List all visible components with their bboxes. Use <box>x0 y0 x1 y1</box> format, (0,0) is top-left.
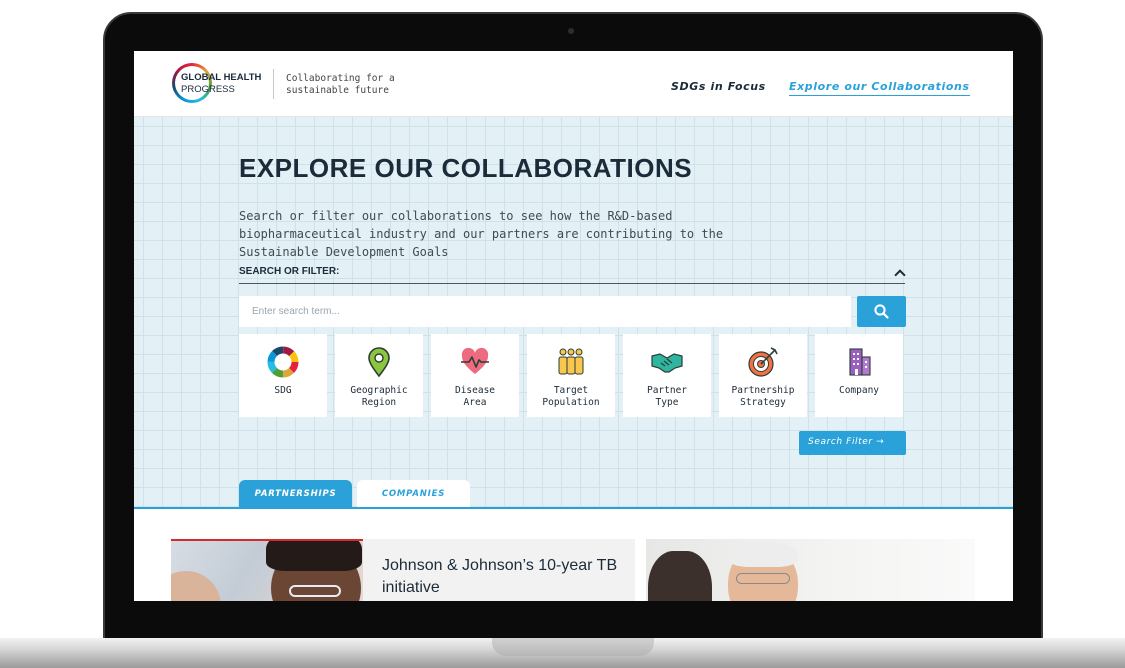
logo-text-line1: GLOBAL HEALTH <box>181 72 262 83</box>
filter-tile-label: Partner Type <box>646 385 688 408</box>
search-button[interactable] <box>857 296 906 327</box>
map-pin-icon <box>368 347 390 378</box>
filter-tile-sdg[interactable]: SDG <box>239 334 327 417</box>
photo-detail <box>728 541 798 567</box>
photo-person <box>648 551 712 601</box>
search-filter-button[interactable]: Search Filter → <box>799 431 906 455</box>
filter-divider <box>239 283 905 284</box>
nav-explore-collaborations[interactable]: Explore our Collaborations <box>789 80 970 96</box>
photo-detail <box>266 541 362 571</box>
filter-tile-label: SDG <box>274 385 292 396</box>
laptop-base-notch <box>492 638 654 656</box>
tab-partnerships[interactable]: Partnerships <box>239 480 352 508</box>
filter-tile-company[interactable]: Company <box>815 334 903 417</box>
page-description: Search or filter our collaborations to s… <box>239 209 724 259</box>
sdg-wheel-icon <box>267 346 299 378</box>
site-tagline: Collaborating for a sustainable future <box>286 73 395 96</box>
logo-text-line2: PROGRESS <box>181 84 235 95</box>
filter-tile-label: Disease Area <box>454 385 496 408</box>
card-title: Johnson & Johnson’s 10-year TB initiativ… <box>382 557 618 596</box>
filter-tile-label: Target Population <box>542 385 600 408</box>
heartbeat-icon <box>461 347 489 374</box>
page-title: EXPLORE OUR COLLABORATIONS <box>239 153 693 183</box>
filter-tile-label: Partnership Strategy <box>731 385 795 408</box>
laptop-screen: GLOBAL HEALTH PROGRESS Collaborating for… <box>134 51 1013 601</box>
filter-tile-target-population[interactable]: Target Population <box>527 334 615 417</box>
partnership-card[interactable] <box>646 539 975 601</box>
building-icon <box>849 348 871 376</box>
filter-tile-label: Geographic Region <box>350 385 408 408</box>
photo-person <box>171 571 221 601</box>
photo-detail <box>289 585 341 597</box>
search-filter-label: SEARCH OR FILTER: <box>239 266 340 277</box>
logo-divider <box>273 69 274 99</box>
target-icon <box>748 347 778 377</box>
search-input[interactable] <box>239 296 851 327</box>
photo-detail <box>736 573 790 584</box>
filter-tile-disease-area[interactable]: Disease Area <box>431 334 519 417</box>
search-icon <box>874 304 889 319</box>
filter-tile-partner-type[interactable]: Partner Type <box>623 334 711 417</box>
tab-companies[interactable]: Companies <box>357 480 470 508</box>
site-header: GLOBAL HEALTH PROGRESS Collaborating for… <box>134 51 1013 117</box>
handshake-icon <box>651 353 683 373</box>
global-health-progress-logo[interactable]: GLOBAL HEALTH PROGRESS <box>172 63 270 103</box>
card-photo <box>171 539 363 601</box>
people-group-icon <box>558 348 584 375</box>
filter-tile-partnership-strategy[interactable]: Partnership Strategy <box>719 334 807 417</box>
nav-sdgs-in-focus[interactable]: SDGs in Focus <box>671 80 766 93</box>
filter-tile-label: Company <box>838 385 880 396</box>
tabs-divider <box>134 507 1013 509</box>
camera-icon <box>568 28 574 34</box>
sdg-ring-icon <box>172 63 212 103</box>
partnership-card[interactable]: Johnson & Johnson’s 10-year TB initiativ… <box>171 539 635 601</box>
filter-tile-geographic-region[interactable]: Geographic Region <box>335 334 423 417</box>
